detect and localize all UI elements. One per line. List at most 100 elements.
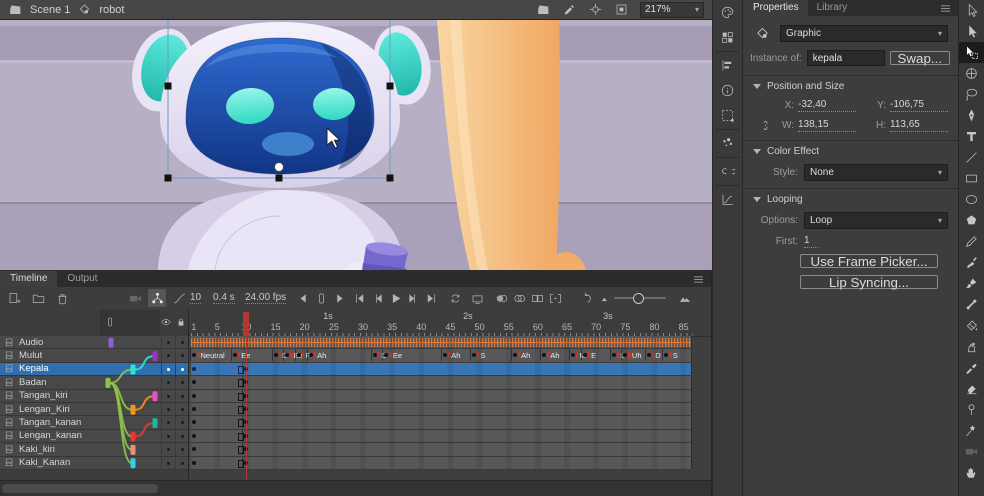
bone-tool[interactable] xyxy=(959,294,984,315)
stage-viewport[interactable] xyxy=(0,20,712,270)
ink-bottle-tool[interactable] xyxy=(959,336,984,357)
camera-icon[interactable] xyxy=(126,289,144,307)
lock-header-icon[interactable] xyxy=(175,316,187,328)
w-value[interactable]: 138,15 xyxy=(798,119,856,132)
link-width-height-icon[interactable] xyxy=(754,118,776,133)
range-markers-icon[interactable] xyxy=(546,289,564,307)
properties-menu-icon[interactable] xyxy=(938,1,953,16)
brush-library-panel[interactable] xyxy=(713,131,742,156)
next-frame-icon[interactable] xyxy=(404,289,422,307)
frame-row-Audio[interactable] xyxy=(189,336,691,349)
gradient-transform-tool[interactable] xyxy=(959,63,984,84)
frame-row-Lengan_kanan[interactable] xyxy=(189,430,691,443)
onion-skin-icon[interactable] xyxy=(492,289,510,307)
lip-syncing-button[interactable]: Lip Syncing... xyxy=(800,275,938,289)
playhead-box-icon[interactable] xyxy=(312,289,330,307)
loop-options-dropdown[interactable]: Loop ▾ xyxy=(804,212,948,229)
cc-libraries-panel[interactable] xyxy=(713,159,742,184)
onion-outline-icon[interactable] xyxy=(510,289,528,307)
y-value[interactable]: -106,75 xyxy=(890,99,948,112)
layer-visibility-toggle[interactable] xyxy=(161,390,175,402)
step-back-icon[interactable] xyxy=(294,289,312,307)
frame-span[interactable] xyxy=(191,376,692,388)
layer-lock-toggle[interactable] xyxy=(175,457,189,469)
text-tool[interactable] xyxy=(959,126,984,147)
frame-row-Kaki_kiri[interactable] xyxy=(189,443,691,456)
polystar-tool[interactable] xyxy=(959,210,984,231)
lasso-tool[interactable] xyxy=(959,84,984,105)
layer-visibility-toggle[interactable] xyxy=(161,443,175,455)
scene-clapboard-icon[interactable] xyxy=(8,2,23,17)
info-panel[interactable] xyxy=(713,78,742,103)
frame-span[interactable] xyxy=(191,390,692,402)
selection-tool[interactable] xyxy=(959,0,984,21)
frame-rate-value[interactable]: 24.00 fps xyxy=(245,292,286,304)
frame-rows[interactable]: NeutralEeDEeFAhDEeAhSAhAhMELUhDS xyxy=(189,336,691,470)
edit-multiframe-icon[interactable] xyxy=(528,289,546,307)
step-forward-icon[interactable] xyxy=(330,289,348,307)
swap-button[interactable]: Swap... xyxy=(890,51,950,65)
looping-header[interactable]: Looping xyxy=(744,188,958,209)
motion-editor-panel[interactable] xyxy=(713,187,742,212)
magic-wand-tool[interactable] xyxy=(959,420,984,441)
new-folder-icon[interactable] xyxy=(29,289,47,307)
fluid-brush-tool[interactable] xyxy=(959,252,984,273)
camera-tool[interactable] xyxy=(959,441,984,462)
layer-lock-toggle[interactable] xyxy=(175,430,189,442)
layer-visibility-toggle[interactable] xyxy=(161,336,175,348)
tab-library[interactable]: Library xyxy=(808,0,857,16)
layer-lock-toggle[interactable] xyxy=(175,376,189,388)
layer-item-Lengan_Kiri[interactable]: Lengan_Kiri xyxy=(0,403,188,416)
timeline-scrollbar[interactable] xyxy=(0,480,711,496)
line-tool[interactable] xyxy=(959,147,984,168)
last-frame-icon[interactable] xyxy=(422,289,440,307)
prev-frame-icon[interactable] xyxy=(368,289,386,307)
hill-small-icon[interactable] xyxy=(596,289,614,307)
layer-item-Kepala[interactable]: Kepala xyxy=(0,363,188,376)
frame-span[interactable] xyxy=(191,443,692,455)
layer-item-Badan[interactable]: Badan xyxy=(0,376,188,389)
loop-icon[interactable] xyxy=(446,289,464,307)
visibility-header-eye-icon[interactable] xyxy=(160,316,172,328)
asset-warp-tool[interactable] xyxy=(959,399,984,420)
style-dropdown[interactable]: None ▾ xyxy=(804,164,948,181)
timeline-scroll-thumb[interactable] xyxy=(2,484,158,493)
layer-lock-toggle[interactable] xyxy=(175,403,189,415)
layer-visibility-toggle[interactable] xyxy=(161,363,175,375)
tab-output[interactable]: Output xyxy=(57,271,107,287)
frame-span[interactable] xyxy=(191,363,692,375)
frame-row-Tangan_kiri[interactable] xyxy=(189,390,691,403)
layer-lock-toggle[interactable] xyxy=(175,363,189,375)
frame-row-Kepala[interactable] xyxy=(189,363,691,376)
frame-row-Badan[interactable] xyxy=(189,376,691,389)
use-frame-picker-button[interactable]: Use Frame Picker... xyxy=(800,254,938,268)
x-value[interactable]: -32,40 xyxy=(798,99,856,112)
free-transform-tool[interactable] xyxy=(959,42,984,63)
clip-bounds-icon[interactable] xyxy=(614,2,629,17)
color-panel[interactable] xyxy=(713,0,742,25)
timeline-zoom-knob[interactable] xyxy=(633,293,644,304)
reset-zoom-icon[interactable] xyxy=(578,289,596,307)
oval-tool[interactable] xyxy=(959,189,984,210)
pencil-tool[interactable] xyxy=(959,231,984,252)
layer-visibility-toggle[interactable] xyxy=(161,376,175,388)
hand-tool[interactable] xyxy=(959,462,984,483)
layer-lock-toggle[interactable] xyxy=(175,349,189,361)
layer-item-Kaki_kiri[interactable]: Kaki_kiri xyxy=(0,443,188,456)
symbol-type-dropdown[interactable]: Graphic ▾ xyxy=(780,25,948,42)
pen-tool[interactable] xyxy=(959,105,984,126)
align-panel[interactable] xyxy=(713,53,742,78)
tab-timeline[interactable]: Timeline xyxy=(0,271,57,287)
center-frame-icon[interactable] xyxy=(588,2,603,17)
layer-visibility-toggle[interactable] xyxy=(161,457,175,469)
layer-lock-toggle[interactable] xyxy=(175,443,189,455)
new-layer-icon[interactable] xyxy=(5,289,23,307)
tab-properties[interactable]: Properties xyxy=(744,0,808,16)
graph-view-icon[interactable] xyxy=(170,289,188,307)
current-frame-value[interactable]: 10 xyxy=(190,292,201,304)
frame-span[interactable] xyxy=(191,457,692,469)
elapsed-time-value[interactable]: 0.4 s xyxy=(213,292,235,304)
frame-ruler[interactable]: 15101520253035404550556065707580851s2s3s xyxy=(189,310,711,337)
frame-row-Kaki_Kanan[interactable] xyxy=(189,457,691,470)
rectangle-tool[interactable] xyxy=(959,168,984,189)
